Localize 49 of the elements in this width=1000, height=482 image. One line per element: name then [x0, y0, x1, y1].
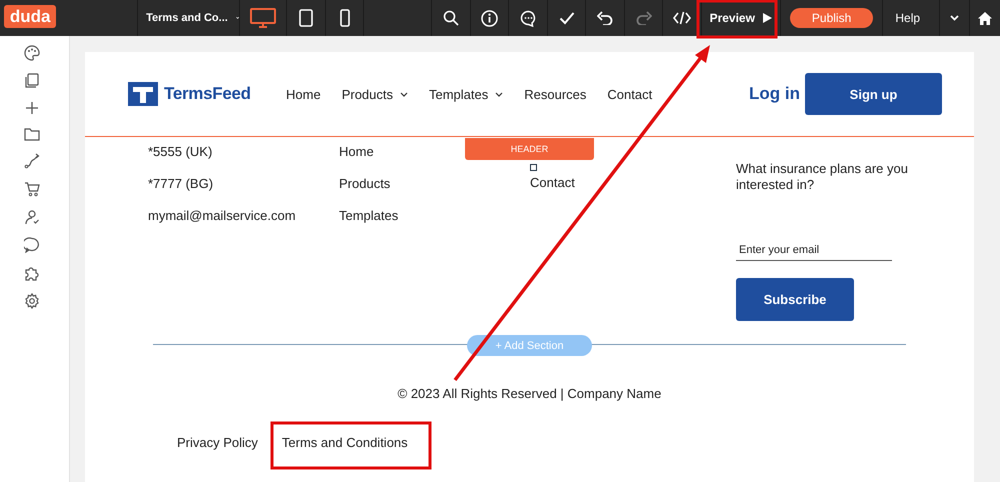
path-icon[interactable]: [24, 153, 40, 169]
cart-icon[interactable]: [24, 181, 40, 197]
help-menu[interactable]: Help: [883, 0, 939, 36]
copyright-text: © 2023 All Rights Reserved | Company Name: [396, 386, 662, 401]
nav-link[interactable]: Resources: [524, 86, 586, 102]
footer-link[interactable]: Products: [339, 175, 390, 192]
footer-link[interactable]: Privacy Policy: [177, 435, 258, 450]
footer-link[interactable]: Terms and Conditions: [282, 435, 408, 450]
contact-text: mymail@mailservice.com: [148, 207, 296, 224]
pages-icon[interactable]: [24, 73, 40, 89]
play-icon: [762, 13, 772, 23]
footer-link[interactable]: Contact: [530, 174, 575, 191]
contact-text: *7777 (BG): [148, 175, 214, 192]
caret-icon[interactable]: [950, 15, 960, 21]
home-icon[interactable]: [978, 12, 992, 24]
search-icon[interactable]: [443, 10, 460, 26]
add-icon[interactable]: [24, 101, 38, 115]
subscribe-button[interactable]: Subscribe: [736, 278, 854, 321]
page-selector[interactable]: Terms and Co...: [138, 0, 240, 36]
tablet-icon[interactable]: [299, 9, 314, 27]
footer-link[interactable]: Home: [339, 143, 374, 160]
folder-icon[interactable]: [24, 127, 40, 141]
puzzle-icon[interactable]: [24, 265, 40, 281]
termsfeed-logo-icon: [128, 82, 158, 106]
checkmark-icon[interactable]: [558, 11, 575, 25]
desktop-icon[interactable]: [250, 8, 276, 28]
user-icon[interactable]: [24, 209, 40, 225]
contact-text: *5555 (UK): [148, 143, 212, 160]
signup-button[interactable]: Sign up: [805, 73, 942, 115]
preview-button[interactable]: Preview: [702, 0, 781, 36]
login-link[interactable]: Log in: [749, 84, 805, 104]
undo-icon[interactable]: [597, 11, 614, 25]
code-icon[interactable]: [673, 11, 691, 25]
mobile-icon[interactable]: [340, 9, 350, 27]
info-icon[interactable]: [481, 10, 498, 26]
comment-icon[interactable]: [520, 10, 537, 26]
nav-link[interactable]: Contact: [607, 86, 652, 102]
chat-icon[interactable]: [24, 237, 40, 253]
settings-icon[interactable]: [24, 293, 40, 309]
nav-link[interactable]: Products: [342, 86, 408, 102]
resize-handle[interactable]: [530, 164, 537, 171]
nav-link[interactable]: Home: [286, 86, 321, 102]
palette-icon[interactable]: [24, 45, 40, 61]
chevron-icon: [495, 92, 504, 96]
chevron-icon: [400, 92, 408, 96]
brand-name: TermsFeed: [164, 84, 251, 104]
footer-link[interactable]: Templates: [339, 207, 398, 224]
newsletter-question: What insurance plans are you interested in?: [736, 161, 909, 193]
nav-link[interactable]: Templates: [429, 86, 504, 102]
